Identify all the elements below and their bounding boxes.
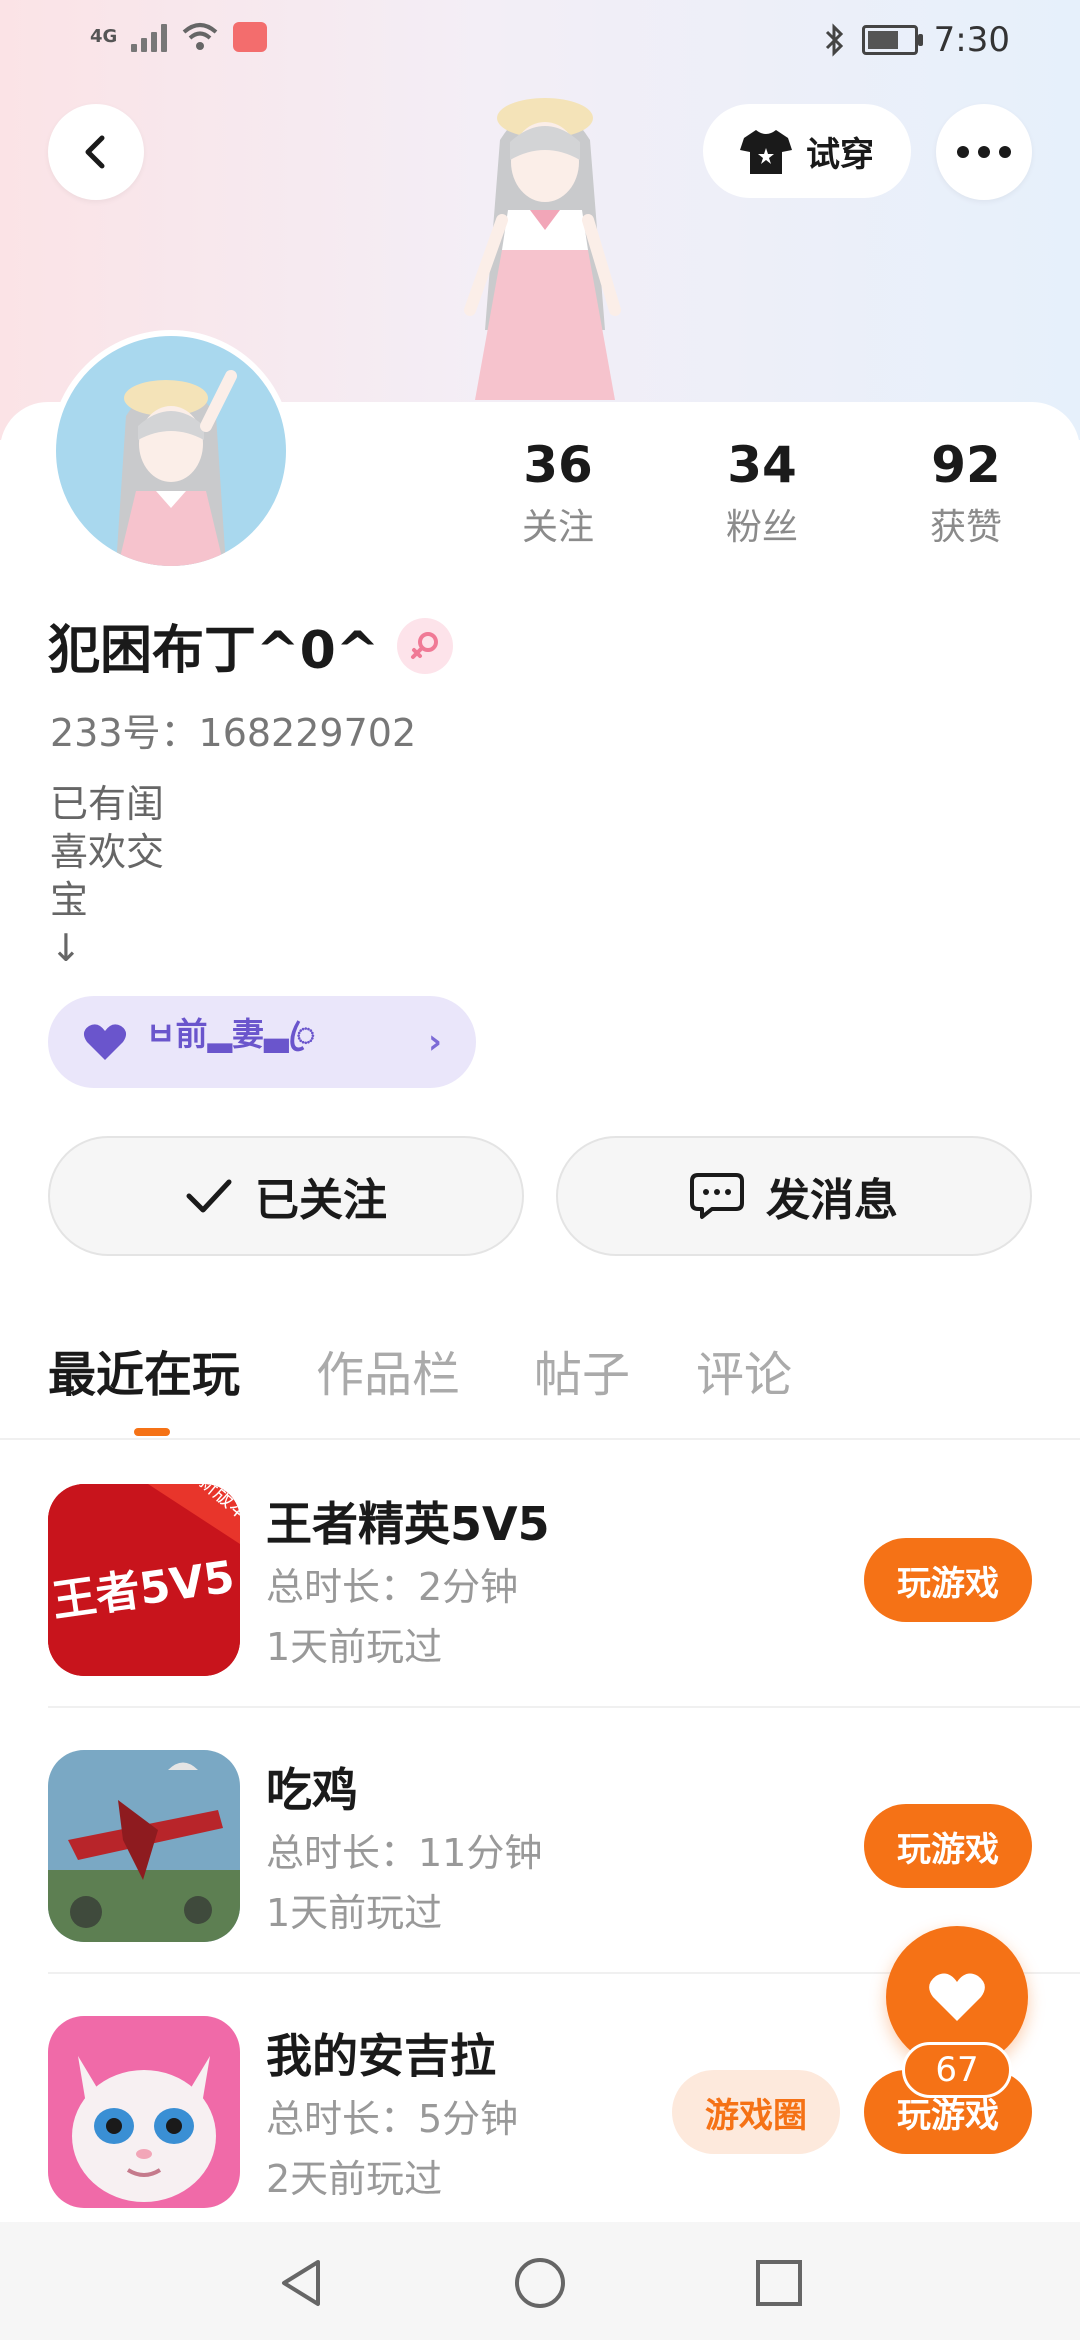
try-on-button[interactable]: 试穿: [703, 104, 911, 198]
huawei-icon: [233, 22, 268, 52]
send-message-button[interactable]: 发消息: [556, 1136, 1032, 1256]
stat-likes[interactable]: 92 获赞: [886, 430, 1046, 556]
game-title: 吃鸡: [266, 1763, 358, 1817]
game-duration: 总时长：11分钟: [266, 1831, 543, 1875]
more-options-button[interactable]: [936, 104, 1032, 200]
game-list-item[interactable]: 王者5V5 新版本 王者精英5V5 总时长：2分钟 1天前玩过 玩游戏: [0, 1442, 1080, 1708]
network-type: 4G: [90, 26, 118, 47]
triangle-back-icon: [282, 2260, 320, 2306]
bio-line: 已有闺: [50, 782, 165, 826]
tabs-divider: [0, 1438, 1080, 1440]
stat-value: 34: [727, 436, 797, 494]
shirt-icon: [740, 130, 792, 174]
stat-following[interactable]: 36 关注: [478, 430, 638, 556]
chevron-right-icon: ›: [427, 1022, 442, 1062]
couple-tag-text: ㅂ前▂妻▃ꦿ: [146, 1015, 316, 1053]
square-recents-icon: [756, 2260, 802, 2306]
circle-home-icon: [515, 2258, 565, 2308]
stat-followers[interactable]: 34 粉丝: [682, 430, 842, 556]
couple-relationship-tag[interactable]: ㅂ前▂妻▃ꦿ ›: [48, 996, 476, 1088]
back-arrow-icon: [85, 135, 105, 169]
more-dots-icon: [957, 146, 1011, 158]
bio-line: 宝: [50, 878, 89, 922]
nav-back-button[interactable]: [266, 2248, 336, 2318]
avatar-character-art: [464, 98, 621, 400]
followed-button[interactable]: 已关注: [48, 1136, 524, 1256]
send-message-label: 发消息: [766, 1175, 898, 1226]
play-game-button[interactable]: 玩游戏: [864, 1804, 1032, 1888]
bio-line: ↓: [50, 926, 82, 970]
status-bar: 4G 7:30: [0, 0, 1080, 84]
angela-icon[interactable]: [48, 2016, 240, 2208]
nav-recents-button[interactable]: [744, 2248, 814, 2318]
profile-bio: 已有闺 喜欢交 宝 ↓: [50, 780, 164, 972]
chiji-icon[interactable]: [48, 1750, 240, 1942]
game-last-played: 1天前玩过: [266, 1625, 443, 1669]
nav-home-button[interactable]: [505, 2248, 575, 2318]
like-count-badge: 67: [902, 2042, 1012, 2098]
check-icon: [186, 1179, 232, 1213]
wangzhe-5v5-icon[interactable]: 王者5V5 新版本: [48, 1484, 240, 1676]
followed-label: 已关注: [255, 1175, 387, 1226]
profile-tabs: 最近在玩 作品栏 帖子 评论: [0, 1340, 1080, 1440]
bio-line: 喜欢交: [50, 830, 165, 874]
active-tab-indicator: [134, 1428, 170, 1436]
status-time: 7:30: [933, 20, 1010, 60]
tab-posts[interactable]: 帖子: [534, 1340, 630, 1410]
play-game-button[interactable]: 玩游戏: [864, 1538, 1032, 1622]
profile-name: 犯困布丁^0^: [48, 621, 380, 681]
chat-bubble-icon: [690, 1173, 744, 1219]
battery-icon: [861, 25, 923, 55]
system-navigation-bar: [0, 2222, 1080, 2340]
user-id: 233号：168229702: [50, 711, 417, 755]
stat-label: 获赞: [929, 507, 1002, 548]
game-last-played: 2天前玩过: [266, 2157, 443, 2201]
try-on-label: 试穿: [806, 134, 874, 175]
signal-icon: [131, 22, 168, 52]
stat-label: 关注: [521, 507, 594, 548]
profile-name-row: 犯困布丁^0^: [48, 608, 454, 683]
avatar-character-icon: [116, 370, 237, 566]
game-title: 王者精英5V5: [266, 1497, 550, 1551]
game-title: 我的安吉拉: [266, 2029, 496, 2083]
tab-comments[interactable]: 评论: [696, 1340, 792, 1410]
stat-value: 92: [931, 436, 1001, 494]
back-button[interactable]: [48, 104, 144, 200]
stat-value: 36: [523, 436, 593, 494]
wifi-icon: [182, 23, 218, 50]
heart-icon: [83, 1024, 127, 1060]
game-list-item[interactable]: 吃鸡 总时长：11分钟 1天前玩过 玩游戏: [0, 1708, 1080, 1974]
stat-label: 粉丝: [725, 507, 798, 548]
female-gender-icon: [397, 617, 454, 674]
bluetooth-icon: [825, 23, 843, 57]
game-last-played: 1天前玩过: [266, 1891, 443, 1935]
heart-icon: [929, 1973, 985, 2021]
avatar[interactable]: [50, 330, 292, 572]
game-duration: 总时长：5分钟: [266, 2097, 519, 2141]
tab-works[interactable]: 作品栏: [316, 1340, 460, 1410]
game-circle-button[interactable]: 游戏圈: [672, 2070, 840, 2154]
game-duration: 总时长：2分钟: [266, 1565, 519, 1609]
tab-recently-played[interactable]: 最近在玩: [48, 1340, 240, 1410]
